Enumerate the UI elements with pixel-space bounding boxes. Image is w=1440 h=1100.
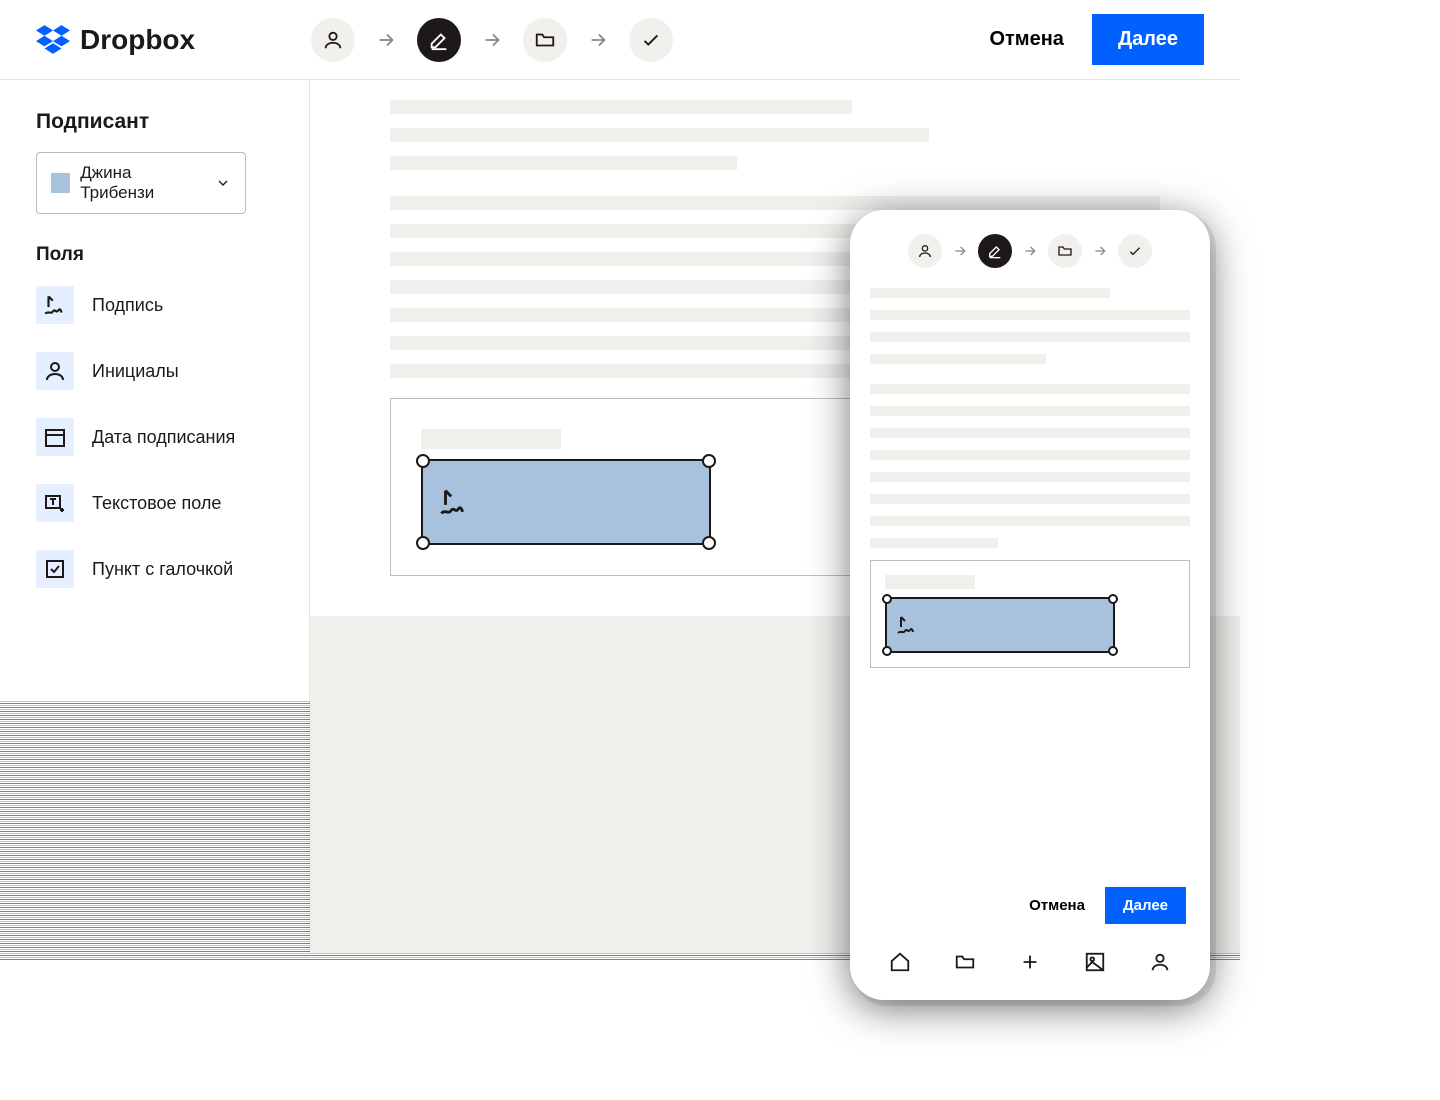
text-placeholder xyxy=(421,429,561,449)
signer-color-chip xyxy=(51,173,70,193)
textbox-icon xyxy=(36,484,74,522)
step-edit[interactable] xyxy=(417,18,461,62)
signature-icon xyxy=(437,485,471,519)
mobile-preview: Отмена Далее xyxy=(850,210,1210,1000)
signer-dropdown[interactable]: Джина Трибензи xyxy=(36,152,246,214)
chevron-down-icon xyxy=(215,175,231,191)
text-placeholder xyxy=(870,516,1190,526)
resize-handle[interactable] xyxy=(1108,594,1118,604)
arrow-right-icon xyxy=(1092,243,1108,259)
field-date-signed[interactable]: Дата подписания xyxy=(36,418,273,456)
step-done[interactable] xyxy=(1118,234,1152,268)
mobile-signature-area xyxy=(870,560,1190,668)
resize-handle[interactable] xyxy=(416,536,430,550)
resize-handle[interactable] xyxy=(702,454,716,468)
main-area: Подписант Джина Трибензи Поля Подпись Ин… xyxy=(0,80,1240,953)
step-edit[interactable] xyxy=(978,234,1012,268)
next-button[interactable]: Далее xyxy=(1092,14,1204,65)
calendar-icon xyxy=(36,418,74,456)
arrow-right-icon xyxy=(587,29,609,51)
resize-handle[interactable] xyxy=(702,536,716,550)
signature-icon xyxy=(895,613,919,637)
step-signer[interactable] xyxy=(908,234,942,268)
arrow-right-icon xyxy=(952,243,968,259)
signer-name: Джина Трибензи xyxy=(80,163,205,203)
text-placeholder xyxy=(390,100,852,114)
text-placeholder xyxy=(870,406,1190,416)
resize-handle[interactable] xyxy=(1108,646,1118,656)
signer-heading: Подписант xyxy=(36,110,273,134)
text-placeholder xyxy=(885,575,975,589)
text-placeholder xyxy=(870,450,1190,460)
resize-handle[interactable] xyxy=(882,646,892,656)
dropbox-glyph-icon xyxy=(36,25,70,55)
fields-heading: Поля xyxy=(36,244,273,266)
text-placeholder xyxy=(870,494,1190,504)
text-placeholder xyxy=(870,428,1190,438)
image-icon[interactable] xyxy=(1081,948,1109,976)
text-placeholder xyxy=(870,310,1190,320)
signature-field-box[interactable] xyxy=(421,459,711,545)
text-placeholder xyxy=(390,156,737,170)
person-icon xyxy=(36,352,74,390)
signature-icon xyxy=(36,286,74,324)
header-actions: Отмена Далее xyxy=(989,14,1204,65)
step-folder[interactable] xyxy=(1048,234,1082,268)
header-bar: Dropbox Отмена Далее xyxy=(0,0,1240,80)
field-label: Дата подписания xyxy=(92,427,235,448)
plus-icon[interactable] xyxy=(1016,948,1044,976)
field-label: Подпись xyxy=(92,295,163,316)
field-label: Пункт с галочкой xyxy=(92,559,233,580)
progress-stepper xyxy=(311,18,673,62)
home-icon[interactable] xyxy=(886,948,914,976)
step-done[interactable] xyxy=(629,18,673,62)
step-signer[interactable] xyxy=(311,18,355,62)
signature-area xyxy=(390,398,930,576)
resize-handle[interactable] xyxy=(416,454,430,468)
mobile-bottom-nav xyxy=(870,938,1190,976)
arrow-right-icon xyxy=(375,29,397,51)
text-placeholder xyxy=(870,538,998,548)
resize-handle[interactable] xyxy=(882,594,892,604)
step-folder[interactable] xyxy=(523,18,567,62)
field-initials[interactable]: Инициалы xyxy=(36,352,273,390)
cancel-button[interactable]: Отмена xyxy=(989,28,1063,51)
text-placeholder xyxy=(390,128,929,142)
arrow-right-icon xyxy=(1022,243,1038,259)
mobile-signature-field-box[interactable] xyxy=(885,597,1115,653)
text-placeholder xyxy=(870,332,1190,342)
mobile-cancel-button[interactable]: Отмена xyxy=(1029,897,1085,914)
field-textbox[interactable]: Текстовое поле xyxy=(36,484,273,522)
text-placeholder xyxy=(390,196,1160,210)
person-icon[interactable] xyxy=(1146,948,1174,976)
mobile-document[interactable] xyxy=(870,288,1190,873)
text-placeholder xyxy=(870,288,1110,298)
field-label: Инициалы xyxy=(92,361,179,382)
text-placeholder xyxy=(870,384,1190,394)
checkbox-icon xyxy=(36,550,74,588)
folder-icon[interactable] xyxy=(951,948,979,976)
field-signature[interactable]: Подпись xyxy=(36,286,273,324)
dropbox-logo[interactable]: Dropbox xyxy=(36,24,195,56)
text-placeholder xyxy=(870,354,1046,364)
field-checkbox[interactable]: Пункт с галочкой xyxy=(36,550,273,588)
mobile-next-button[interactable]: Далее xyxy=(1105,887,1186,924)
mobile-actions: Отмена Далее xyxy=(870,873,1190,938)
field-label: Текстовое поле xyxy=(92,493,221,514)
mobile-stepper xyxy=(870,234,1190,268)
brand-text: Dropbox xyxy=(80,24,195,56)
arrow-right-icon xyxy=(481,29,503,51)
text-placeholder xyxy=(870,472,1190,482)
